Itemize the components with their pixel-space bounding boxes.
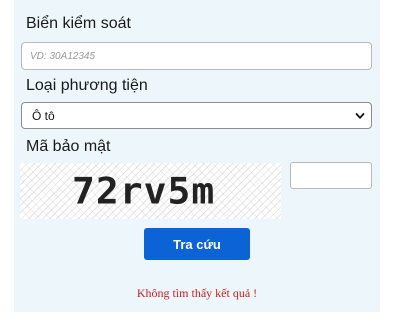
result-message: Không tìm thấy kết quả ! <box>136 286 258 300</box>
vehicle-type-selected-value: Ô tô <box>32 108 55 123</box>
search-button[interactable]: Tra cứu <box>144 228 250 260</box>
captcha-label: Mã bảo mật <box>26 138 111 155</box>
chevron-down-icon <box>355 113 365 119</box>
vehicle-type-select[interactable]: Ô tô <box>21 102 372 129</box>
captcha-image: 72rv5m <box>20 163 281 219</box>
plate-input[interactable] <box>21 42 372 70</box>
captcha-text: 72rv5m <box>72 170 216 212</box>
plate-label: Biển kiểm soát <box>26 15 131 32</box>
vehicle-type-label: Loại phương tiện <box>26 77 148 94</box>
captcha-answer-input[interactable] <box>290 162 372 189</box>
